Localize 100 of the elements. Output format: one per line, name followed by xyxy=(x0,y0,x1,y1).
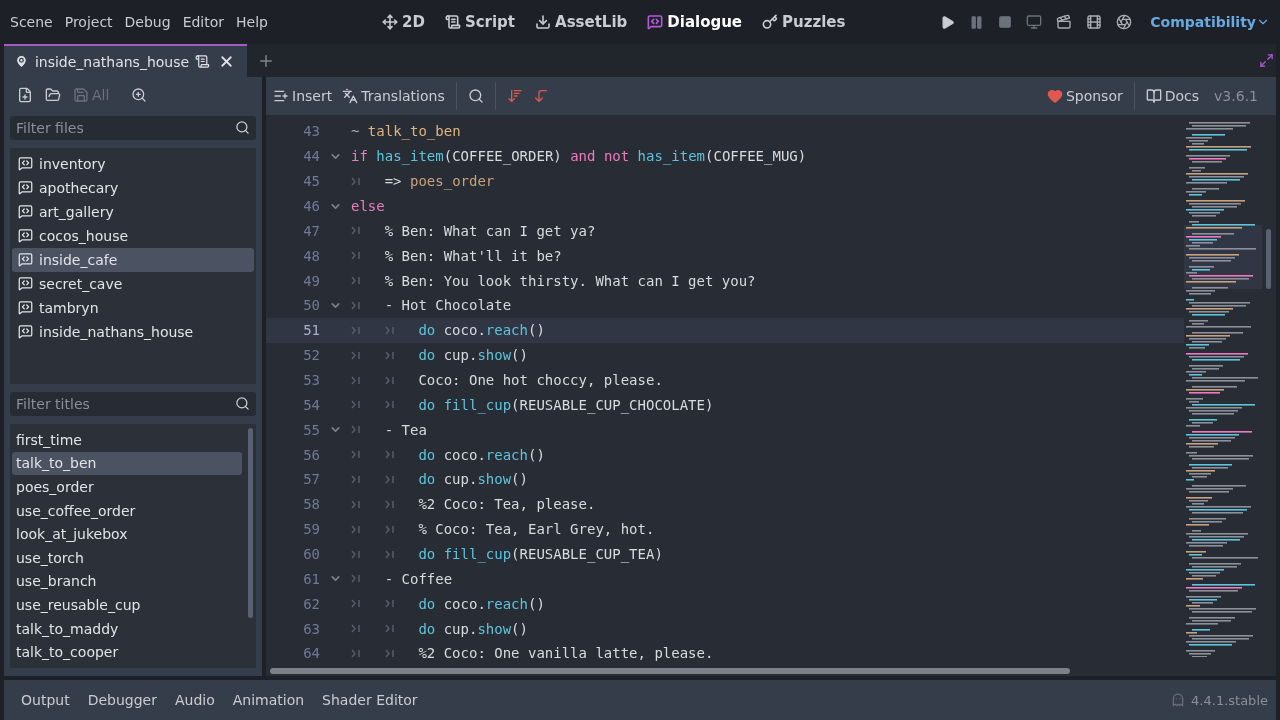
code-text: do coco.reach() xyxy=(418,595,545,612)
line-number: 55 xyxy=(302,421,320,438)
horizontal-scrollbar-thumb[interactable] xyxy=(270,667,1070,674)
line-number: 61 xyxy=(302,570,320,587)
line-number: 45 xyxy=(302,173,320,190)
docs-button[interactable]: Docs xyxy=(1142,86,1203,106)
tab-marker-icon xyxy=(384,350,395,360)
file-item[interactable]: inside_nathans_house xyxy=(12,319,254,344)
menu-item[interactable]: Debug xyxy=(118,14,177,30)
code-text: % Ben: What can I get ya? xyxy=(384,222,596,239)
panel-tab[interactable]: Debugger xyxy=(78,688,166,712)
new-file-icon xyxy=(17,87,33,104)
menu-item[interactable]: Project xyxy=(58,14,119,30)
tab-marker-icon xyxy=(351,624,361,634)
title-item[interactable]: look_at_jukebox xyxy=(12,522,242,546)
panel-tab[interactable]: Shader Editor xyxy=(313,688,427,712)
title-item[interactable]: use_branch xyxy=(12,569,242,594)
tab-marker-icon xyxy=(351,276,361,286)
insert-button[interactable]: Insert xyxy=(270,86,336,106)
file-item[interactable]: secret_cave xyxy=(12,271,254,296)
code-text: %2 Coco: Tea, please. xyxy=(418,496,596,513)
line-number: 48 xyxy=(302,247,320,264)
stop-icon[interactable] xyxy=(998,15,1013,29)
tab-marker-icon xyxy=(384,599,395,609)
code-text: - Coffee xyxy=(384,570,453,587)
title-item[interactable]: talk_to_maddy xyxy=(12,616,242,641)
file-item[interactable]: apothecary xyxy=(12,175,254,200)
line-number: 58 xyxy=(302,496,320,513)
file-item[interactable]: cocos_house xyxy=(12,223,254,248)
menu-item[interactable]: Scene xyxy=(4,14,59,30)
workspace-button[interactable]: Dialogue xyxy=(639,9,751,35)
tab-label: inside_nathans_house xyxy=(34,53,190,70)
file-item[interactable]: tambryn xyxy=(12,295,254,320)
file-item[interactable]: art_gallery xyxy=(12,199,254,224)
scroll-icon xyxy=(444,14,461,30)
speech-bubble-icon xyxy=(647,14,664,30)
tab-marker-icon xyxy=(351,450,361,460)
download-icon xyxy=(535,14,552,30)
monitor-icon[interactable] xyxy=(1026,14,1043,30)
line-number: 64 xyxy=(302,645,320,662)
tab-marker-icon xyxy=(351,474,361,484)
clapperboard-icon[interactable] xyxy=(1056,14,1073,30)
file-item[interactable]: inside_cafe xyxy=(12,247,254,272)
filter-files-field[interactable]: Filter files xyxy=(10,115,256,140)
tab-marker-icon xyxy=(384,549,395,559)
search-icon xyxy=(235,396,250,411)
scrollbar-thumb[interactable] xyxy=(247,428,253,618)
workspace-button[interactable]: AssetLib xyxy=(527,9,636,35)
tab-marker-icon xyxy=(351,176,361,186)
tab-marker-icon xyxy=(384,325,395,335)
code-text: - Tea xyxy=(384,421,427,438)
code-text: => poes_order xyxy=(384,173,495,190)
filter-titles-field[interactable]: Filter titles xyxy=(10,392,256,416)
move-icon xyxy=(382,14,398,30)
title-item[interactable]: poes_order xyxy=(12,475,242,499)
title-item[interactable]: talk_to_cooper xyxy=(12,640,242,664)
title-item[interactable]: use_torch xyxy=(12,545,242,570)
tab-marker-icon xyxy=(351,375,361,385)
workspace-button[interactable]: Puzzles xyxy=(754,9,854,35)
tab-marker-icon xyxy=(351,524,361,534)
title-item[interactable]: talk_to_ben xyxy=(12,451,242,476)
sponsor-button[interactable]: Sponsor xyxy=(1043,86,1126,106)
line-number: 51 xyxy=(302,322,320,339)
line-number: 54 xyxy=(302,396,320,413)
menu-item[interactable]: Editor xyxy=(176,14,231,30)
speech-bubble-icon xyxy=(18,204,33,220)
film-icon[interactable] xyxy=(1086,14,1103,30)
play-icon[interactable] xyxy=(940,14,956,30)
tab-marker-icon xyxy=(351,350,361,360)
panel-tab[interactable]: Audio xyxy=(165,688,224,712)
workspace-button[interactable]: Script xyxy=(436,9,524,35)
close-icon xyxy=(218,53,235,70)
file-tab[interactable]: inside_nathans_house xyxy=(4,44,247,77)
folder-icon xyxy=(45,87,61,104)
panel-tab[interactable]: Animation xyxy=(223,688,314,712)
menu-item[interactable]: Help xyxy=(230,14,274,30)
heart-icon xyxy=(1046,88,1063,104)
pause-icon[interactable] xyxy=(969,14,985,30)
tab-marker-icon xyxy=(384,400,395,410)
tab-marker-icon xyxy=(384,648,395,658)
tab-marker-icon xyxy=(384,624,395,634)
tab-marker-icon xyxy=(351,599,361,609)
zoom-in-icon xyxy=(131,87,148,104)
corner-arrow-icon xyxy=(532,88,549,104)
code-text: - Hot Chocolate xyxy=(384,297,512,314)
vertical-scrollbar-thumb[interactable] xyxy=(1265,229,1271,289)
title-item[interactable]: use_coffee_order xyxy=(12,498,242,523)
code-text: % Ben: What'll it be? xyxy=(384,247,562,264)
workspace-button[interactable]: 2D xyxy=(374,9,433,35)
translations-button[interactable]: Translations xyxy=(339,86,448,106)
title-item[interactable]: first_time xyxy=(12,428,242,452)
line-number: 47 xyxy=(302,222,320,239)
key-icon xyxy=(762,14,779,30)
tab-marker-icon xyxy=(351,325,361,335)
title-item[interactable]: use_reusable_cup xyxy=(12,593,242,617)
code-text: do coco.reach() xyxy=(418,322,545,339)
file-item[interactable]: inventory xyxy=(12,151,254,176)
renderer-dropdown[interactable]: Compatibility xyxy=(1146,12,1274,32)
tab-marker-icon xyxy=(384,375,395,385)
panel-tab[interactable]: Output xyxy=(12,688,79,712)
